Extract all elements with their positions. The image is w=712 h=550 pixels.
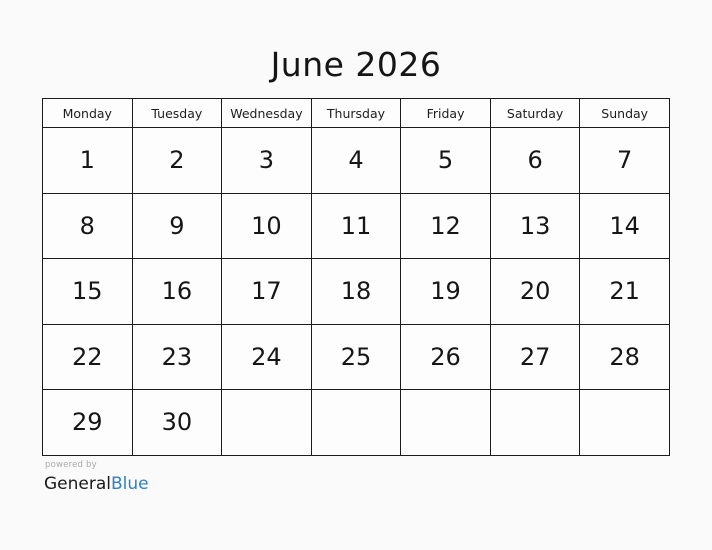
day-cell[interactable]: 17 xyxy=(221,258,312,325)
day-cell[interactable]: 15 xyxy=(42,258,133,325)
day-cell-empty xyxy=(489,389,581,456)
day-cell[interactable]: 26 xyxy=(400,323,491,390)
day-cell-empty xyxy=(400,389,491,456)
day-cell[interactable]: 8 xyxy=(42,192,133,259)
day-cell[interactable]: 27 xyxy=(489,323,581,390)
day-cell[interactable]: 16 xyxy=(131,258,223,325)
day-cell[interactable]: 3 xyxy=(221,127,312,194)
day-cell-empty xyxy=(310,389,402,456)
day-cell[interactable]: 28 xyxy=(579,323,670,390)
weekday-header-thursday: Thursday xyxy=(310,98,402,128)
day-cell[interactable]: 20 xyxy=(489,258,581,325)
brand-name-blue: Blue xyxy=(111,473,149,494)
weekday-header-tuesday: Tuesday xyxy=(131,98,223,128)
day-cell[interactable]: 18 xyxy=(310,258,402,325)
day-cell[interactable]: 10 xyxy=(221,192,312,259)
day-cell[interactable]: 1 xyxy=(42,127,133,194)
calendar-header-row: Monday Tuesday Wednesday Thursday Friday… xyxy=(42,98,670,128)
brand-logo[interactable]: powered by GeneralBlue xyxy=(44,461,149,494)
day-cell[interactable]: 6 xyxy=(489,127,581,194)
day-cell[interactable]: 2 xyxy=(131,127,223,194)
day-cell[interactable]: 25 xyxy=(310,323,402,390)
day-cell[interactable]: 11 xyxy=(310,192,402,259)
day-cell[interactable]: 24 xyxy=(221,323,312,390)
weekday-header-saturday: Saturday xyxy=(489,98,581,128)
weekday-header-wednesday: Wednesday xyxy=(221,98,312,128)
day-cell[interactable]: 21 xyxy=(579,258,670,325)
day-cell-empty xyxy=(579,389,670,456)
calendar-grid: Monday Tuesday Wednesday Thursday Friday… xyxy=(42,98,670,456)
day-cell[interactable]: 9 xyxy=(131,192,223,259)
day-cell[interactable]: 7 xyxy=(579,127,670,194)
calendar-week-row: 8 9 10 11 12 13 14 xyxy=(42,192,670,259)
day-cell-empty xyxy=(221,389,312,456)
day-cell[interactable]: 22 xyxy=(42,323,133,390)
day-cell[interactable]: 14 xyxy=(579,192,670,259)
day-cell[interactable]: 5 xyxy=(400,127,491,194)
day-cell[interactable]: 29 xyxy=(42,389,133,456)
brand-name-general: General xyxy=(44,473,111,494)
page-title: June 2026 xyxy=(270,45,442,84)
day-cell[interactable]: 19 xyxy=(400,258,491,325)
day-cell[interactable]: 30 xyxy=(131,389,223,456)
calendar-page: June 2026 Monday Tuesday Wednesday Thurs… xyxy=(0,0,712,550)
calendar-week-row: 15 16 17 18 19 20 21 xyxy=(42,258,670,325)
day-cell[interactable]: 12 xyxy=(400,192,491,259)
powered-by-label: powered by xyxy=(45,460,97,470)
calendar-week-row: 1 2 3 4 5 6 7 xyxy=(42,127,670,194)
brand-name: GeneralBlue xyxy=(44,474,149,494)
weekday-header-sunday: Sunday xyxy=(579,98,670,128)
day-cell[interactable]: 4 xyxy=(310,127,402,194)
weekday-header-friday: Friday xyxy=(400,98,491,128)
calendar-week-row: 22 23 24 25 26 27 28 xyxy=(42,323,670,390)
day-cell[interactable]: 13 xyxy=(489,192,581,259)
day-cell[interactable]: 23 xyxy=(131,323,223,390)
calendar-body: 1 2 3 4 5 6 7 8 9 10 11 12 13 14 15 16 1… xyxy=(42,127,670,456)
weekday-header-monday: Monday xyxy=(42,98,133,128)
calendar-week-row: 29 30 xyxy=(42,389,670,456)
